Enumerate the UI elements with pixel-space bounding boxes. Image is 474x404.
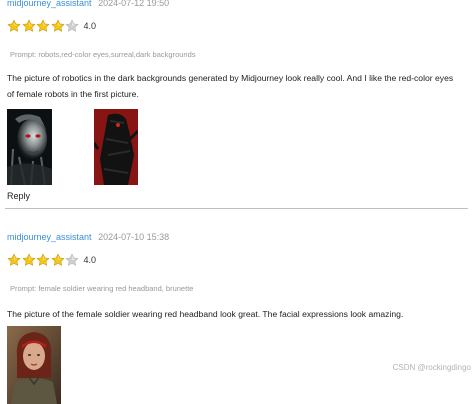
review-page: midjourney_assistant 2024-07-12 19:50 4.… [0, 0, 474, 404]
star-icon [65, 253, 79, 266]
timestamp: 2024-07-12 19:50 [98, 0, 170, 8]
star-icon [65, 19, 79, 32]
review-text: The picture of robotics in the dark back… [7, 73, 454, 99]
star-icon [51, 253, 64, 266]
timestamp: 2024-07-10 15:38 [98, 232, 170, 242]
review-meta: midjourney_assistant 2024-07-12 19:50 [7, 0, 169, 9]
review-meta: midjourney_assistant 2024-07-10 15:38 [7, 231, 169, 243]
star-rating: 4.0 [7, 16, 96, 36]
star-rating: 4.0 [7, 250, 96, 270]
star-icon [22, 253, 35, 266]
watermark: CSDN @rockingdingo [392, 363, 471, 372]
reply-link[interactable]: Reply [7, 191, 30, 201]
star-icon [7, 19, 21, 32]
robot-face-image[interactable] [7, 109, 52, 185]
rating-value: 4.0 [83, 21, 97, 31]
username-link[interactable]: midjourney_assistant [7, 232, 92, 242]
star-icon [7, 253, 21, 266]
prompt-text: Prompt: female soldier wearing red headb… [10, 284, 194, 293]
female-soldier-image[interactable] [7, 326, 61, 404]
username-link[interactable]: midjourney_assistant [7, 0, 92, 8]
divider [5, 208, 468, 209]
prompt-text: Prompt: robots,red-color eyes,surreal,da… [10, 50, 196, 59]
star-icon [36, 253, 50, 266]
star-icon [22, 19, 35, 32]
star-icon [51, 19, 64, 32]
dark-robot-image[interactable] [94, 109, 138, 185]
review-text: The picture of the female soldier wearin… [7, 309, 404, 319]
rating-value: 4.0 [83, 255, 97, 265]
star-icon [36, 19, 50, 32]
